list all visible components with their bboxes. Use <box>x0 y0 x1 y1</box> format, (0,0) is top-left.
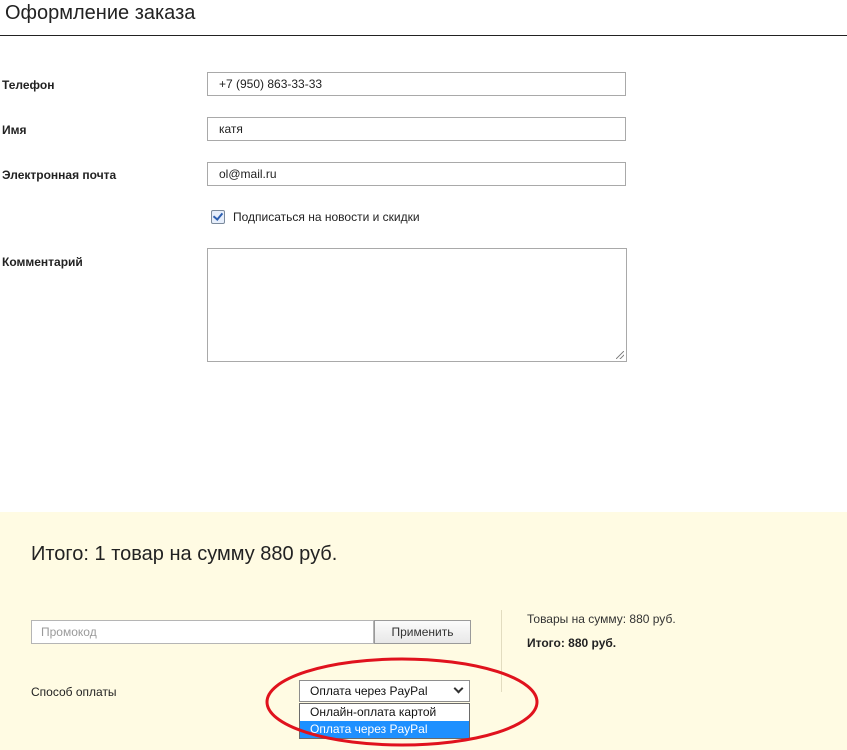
page-title: Оформление заказа <box>5 2 196 24</box>
checkout-page: Оформление заказа Телефон +7 (950) 863-3… <box>0 0 847 750</box>
goods-sum-text: Товары на сумму: 880 руб. <box>527 612 676 626</box>
chevron-down-icon[interactable] <box>453 683 464 694</box>
payment-option-paypal[interactable]: Оплата через PayPal <box>300 721 469 738</box>
name-field[interactable]: катя <box>207 117 626 141</box>
resize-grip-icon[interactable] <box>616 351 624 359</box>
summary-divider <box>501 610 502 692</box>
subscribe-label[interactable]: Подписаться на новости и скидки <box>233 210 420 224</box>
payment-selected-value: Оплата через PayPal <box>310 684 428 698</box>
email-label: Электронная почта <box>2 168 117 182</box>
phone-field[interactable]: +7 (950) 863-33-33 <box>207 72 626 96</box>
promo-code-input[interactable]: Промокод <box>31 620 374 644</box>
comment-label: Комментарий <box>2 255 83 269</box>
payment-option-card[interactable]: Онлайн-оплата картой <box>300 704 469 721</box>
payment-dropdown-list: Онлайн-оплата картой Оплата через PayPal <box>299 703 470 739</box>
phone-label: Телефон <box>2 78 55 92</box>
name-label: Имя <box>2 123 27 137</box>
summary-heading: Итого: 1 товар на сумму 880 руб. <box>31 543 338 565</box>
payment-method-label: Способ оплаты <box>31 685 117 699</box>
subscribe-checkbox[interactable] <box>211 210 225 224</box>
payment-method-select[interactable]: Оплата через PayPal <box>299 680 470 702</box>
email-field[interactable]: ol@mail.ru <box>207 162 626 186</box>
title-divider <box>0 35 847 36</box>
total-sum-text: Итого: 880 руб. <box>527 636 617 650</box>
order-summary-panel: Итого: 1 товар на сумму 880 руб. Промоко… <box>0 512 847 750</box>
subscribe-row[interactable]: Подписаться на новости и скидки <box>211 210 420 224</box>
comment-textarea[interactable] <box>207 248 627 362</box>
apply-promo-button[interactable]: Применить <box>374 620 471 644</box>
